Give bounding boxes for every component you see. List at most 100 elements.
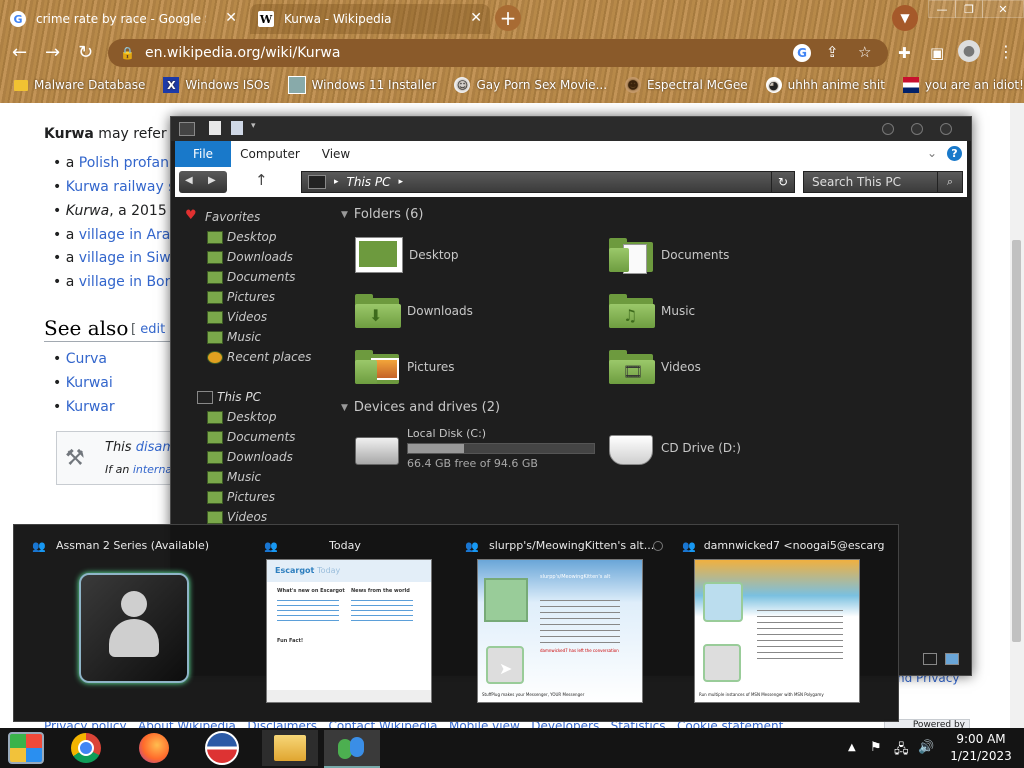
bookmark-you-are-an-idiot[interactable]: you are an idiot! [902, 77, 1024, 93]
nav-item[interactable]: Videos [207, 510, 267, 524]
share-icon[interactable]: ⇪ [826, 43, 839, 61]
details-view-icon[interactable] [923, 653, 937, 665]
preview-contact-list[interactable]: 👥 Assman 2 Series (Available) [14, 525, 224, 721]
search-box[interactable]: Search This PC ⌕ [803, 171, 963, 193]
taskbar-obama-app[interactable] [196, 730, 248, 766]
forward-icon[interactable]: → [45, 42, 60, 63]
bookmark-espectral-mcgee[interactable]: ☻ Espectral McGee [625, 77, 748, 93]
folder-desktop[interactable]: Desktop [355, 233, 459, 277]
bookmark-windows-11-installer[interactable]: Windows 11 Installer [287, 76, 436, 94]
nav-item[interactable]: Recent places [207, 350, 311, 364]
bookmark-star-icon[interactable]: ☆ [858, 43, 871, 61]
new-tab-button[interactable]: + [495, 5, 521, 31]
up-arrow-icon[interactable]: ↑ [255, 171, 268, 189]
clock[interactable]: 9:00 AM 1/21/2023 [948, 731, 1014, 765]
wiki-link[interactable]: Kurwai [66, 375, 113, 391]
address-bar[interactable]: ▸ This PC ▸ ↻ [301, 171, 795, 193]
back-icon[interactable]: ← [12, 42, 27, 63]
nav-item[interactable]: Music [207, 470, 261, 484]
taskbar-folder[interactable] [262, 730, 318, 766]
nav-item[interactable]: Videos [207, 310, 267, 324]
nav-item[interactable]: Desktop [207, 410, 277, 424]
network-icon[interactable]: 🖧 [894, 740, 909, 762]
nav-this-pc[interactable]: This PC [197, 390, 261, 404]
tab-file[interactable]: File [175, 141, 231, 167]
folder-videos[interactable]: 🎞 Videos [609, 345, 701, 389]
nav-favorites[interactable]: ♥ Favorites [185, 208, 260, 224]
wiki-link[interactable]: Kurwar [66, 399, 115, 415]
tab-computer[interactable]: Computer [237, 141, 303, 167]
tab-wikipedia[interactable]: W Kurwa - Wikipedia ✕ [250, 4, 490, 34]
tab-view[interactable]: View [311, 141, 361, 167]
refresh-icon[interactable]: ↻ [771, 172, 794, 192]
folder-pictures[interactable]: Pictures [355, 345, 455, 389]
close-window-button[interactable]: ✕ [982, 0, 1024, 18]
nav-item[interactable]: Documents [207, 270, 295, 284]
nav-item[interactable]: Downloads [207, 450, 293, 464]
wiki-link[interactable]: Curva [66, 351, 107, 367]
folders-group-header[interactable]: ▼ Folders (6) [341, 207, 423, 222]
nav-item[interactable]: Desktop [207, 230, 277, 244]
preview-chat-damnwicked7[interactable]: 👥 damnwicked7 <noogai5@escargo... Run mul… [674, 525, 884, 721]
bookmark-windows-isos[interactable]: X Windows ISOs [163, 77, 270, 93]
taskbar-msn-messenger[interactable] [324, 730, 380, 768]
scrollbar-thumb[interactable] [1012, 240, 1021, 642]
volume-icon[interactable]: 🔊 [918, 740, 934, 755]
internal-link[interactable]: internal [133, 463, 175, 476]
close-preview-icon[interactable] [653, 541, 663, 551]
side-panel-icon[interactable]: ▣ [930, 44, 944, 62]
bookmark-gay-porn-sex-movie[interactable]: ☺ Gay Porn Sex Movie... [454, 77, 607, 93]
back-icon[interactable]: ◀ [185, 175, 193, 186]
chevron-down-icon[interactable]: ⌄ [927, 146, 937, 160]
address-bar[interactable]: 🔒 en.wikipedia.org/wiki/Kurwa G ⇪ ☆ [108, 39, 888, 67]
taskbar-thumbnail-preview: 👥 Assman 2 Series (Available) 👥 Today Esca… [13, 524, 899, 722]
folder-downloads[interactable]: ⬇ Downloads [355, 289, 473, 333]
tab-google-search[interactable]: G crime rate by race - Google Search ✕ [10, 4, 245, 34]
menu-icon[interactable]: ⋮ [998, 42, 1014, 61]
close-tab-icon[interactable]: ✕ [225, 10, 237, 26]
quick-access-dropdown-icon[interactable]: ▾ [251, 121, 256, 131]
new-folder-icon[interactable] [231, 121, 243, 135]
preview-chat-slurpp[interactable]: 👥 slurpp's/MeowingKitten's alt... slurpp'… [453, 525, 663, 721]
preview-today[interactable]: 👥 Today Escargot Today What's new on Esca… [240, 525, 450, 721]
tab-search-button[interactable]: ▼ [892, 5, 918, 31]
bookmark-uhhh-anime-shit[interactable]: ◕ uhhh anime shit [765, 77, 885, 93]
close-button[interactable] [940, 123, 952, 135]
nav-item[interactable]: Documents [207, 430, 295, 444]
restore-button[interactable]: ❐ [955, 0, 983, 18]
chevron-right-icon[interactable]: ▸ [398, 177, 403, 187]
avatar-body [109, 619, 159, 657]
nav-item[interactable]: Music [207, 330, 261, 344]
profile-avatar-icon[interactable]: ● [958, 40, 980, 62]
edit-link[interactable]: edit [140, 322, 165, 337]
forward-icon[interactable]: ▶ [208, 175, 216, 186]
large-icons-view-icon[interactable] [945, 653, 959, 665]
extensions-icon[interactable]: ✚ [898, 44, 911, 62]
folder-music[interactable]: ♫ Music [609, 289, 695, 333]
action-center-flag-icon[interactable]: ⚑ [870, 740, 882, 755]
minimize-button[interactable]: — [928, 0, 956, 18]
taskbar-firefox[interactable] [128, 730, 180, 766]
chevron-right-icon[interactable]: ▸ [334, 177, 339, 187]
taskbar-chrome[interactable] [60, 730, 112, 766]
taskbar-file-explorer[interactable] [0, 730, 52, 766]
help-icon[interactable]: ? [947, 146, 962, 161]
nav-item[interactable]: Downloads [207, 250, 293, 264]
google-lens-icon[interactable]: G [793, 44, 811, 62]
drive-cd-d[interactable]: CD Drive (D:) [609, 431, 769, 467]
drives-group-header[interactable]: ▼ Devices and drives (2) [341, 400, 500, 415]
properties-icon[interactable] [209, 121, 221, 135]
nav-item[interactable]: Pictures [207, 290, 275, 304]
drive-local-disk-c[interactable]: Local Disk (C:) 66.4 GB free of 94.6 GB [355, 427, 595, 473]
close-tab-icon[interactable]: ✕ [470, 10, 482, 26]
reload-icon[interactable]: ↻ [78, 42, 93, 63]
music-icon [207, 330, 223, 344]
maximize-button[interactable] [911, 123, 923, 135]
nav-item[interactable]: Pictures [207, 490, 275, 504]
disambig-line2: If an internal [105, 463, 176, 476]
minimize-button[interactable] [882, 123, 894, 135]
folder-documents[interactable]: Documents [609, 233, 729, 277]
show-hidden-icons-icon[interactable]: ▲ [848, 742, 856, 753]
bookmark-malware-database[interactable]: Malware Database [14, 78, 145, 92]
search-icon[interactable]: ⌕ [937, 172, 962, 192]
